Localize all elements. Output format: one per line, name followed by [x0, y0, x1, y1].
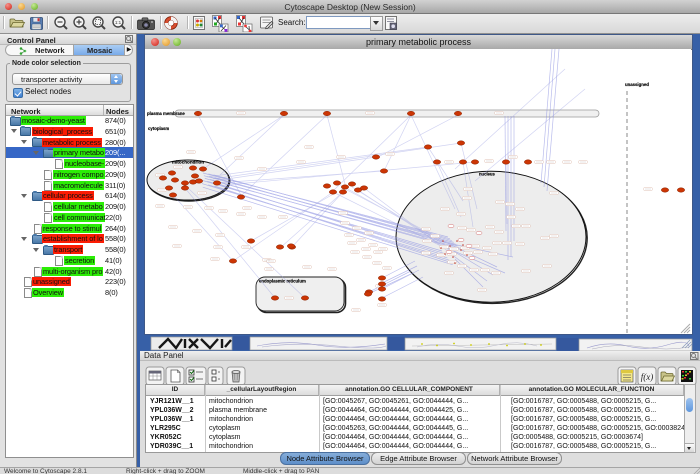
svg-text:f(x): f(x): [641, 372, 654, 382]
svg-text:mitochondrion: mitochondrion: [172, 160, 204, 165]
svg-text:cytoplasm: cytoplasm: [148, 126, 169, 131]
svg-text:unassigned: unassigned: [625, 82, 649, 87]
svg-text:endoplasmic reticulum: endoplasmic reticulum: [259, 279, 306, 284]
svg-text:1:1: 1:1: [115, 20, 122, 25]
svg-text:plasma membrane: plasma membrane: [147, 111, 185, 116]
